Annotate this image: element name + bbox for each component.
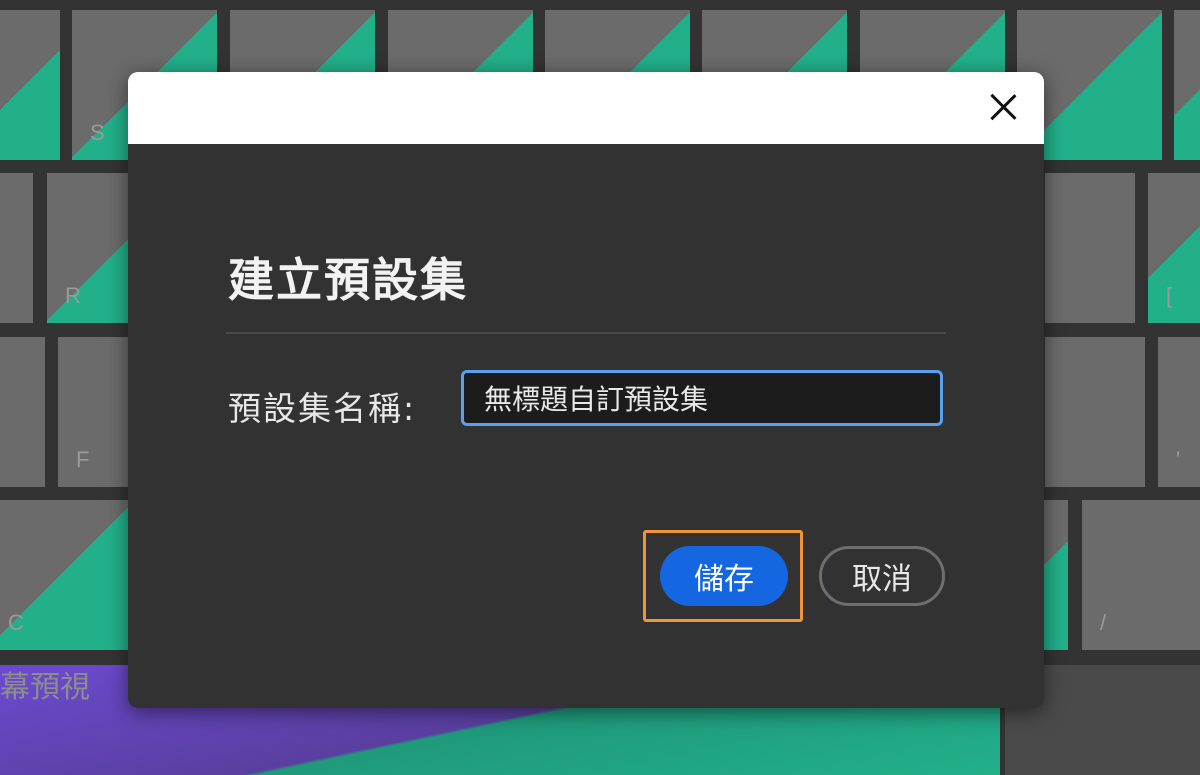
preview-label: 幕預視 (0, 670, 90, 705)
divider (226, 332, 946, 334)
keyboard-key (0, 10, 60, 160)
close-icon[interactable] (988, 92, 1018, 122)
keyboard-key: C (0, 500, 130, 650)
keyboard-key (1045, 337, 1145, 487)
preset-name-label: 預設集名稱: (228, 389, 417, 428)
key-label: / (1100, 610, 1107, 635)
dialog-body: 建立預設集 預設集名稱: 儲存 取消 (128, 144, 1044, 708)
key-label: C (8, 610, 24, 635)
key-label: F (76, 447, 90, 472)
create-preset-dialog: 建立預設集 預設集名稱: 儲存 取消 (128, 72, 1044, 708)
cancel-button[interactable]: 取消 (819, 546, 945, 606)
keyboard-key: ' (1158, 337, 1200, 487)
key-label: [ (1166, 283, 1173, 308)
keyboard-key (1174, 10, 1200, 160)
dialog-title: 建立預設集 (228, 253, 468, 307)
key-label: S (90, 120, 105, 145)
keyboard-key: [ (1148, 173, 1200, 323)
keyboard-key (1045, 173, 1135, 323)
keyboard-key (0, 173, 33, 323)
preset-name-input[interactable] (461, 370, 943, 426)
save-button[interactable]: 儲存 (660, 546, 788, 606)
keyboard-key: / (1082, 500, 1200, 650)
key-label: ' (1176, 447, 1181, 472)
dialog-header (128, 72, 1044, 144)
key-label: R (65, 283, 81, 308)
keyboard-key (0, 337, 45, 487)
